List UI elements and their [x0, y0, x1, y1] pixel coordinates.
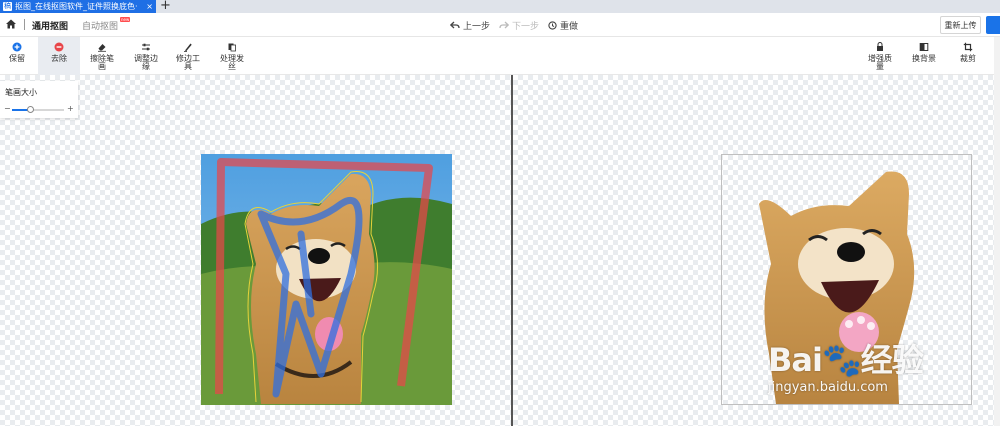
primary-action-button[interactable]: [986, 16, 1000, 34]
redo-icon: [499, 21, 509, 29]
brush-size-panel: 笔画大小 − +: [0, 81, 78, 118]
change-background-button[interactable]: 换背景: [908, 37, 940, 75]
background-icon: [919, 43, 929, 51]
app-header: 通用抠图 自动抠图 new 上一步 下一步 重做 重新上传: [0, 13, 1000, 37]
history-icon: [548, 21, 557, 30]
redo-label: 下一步: [512, 22, 540, 32]
brush-size-slider[interactable]: [12, 109, 64, 111]
keep-label: 保留: [9, 54, 25, 63]
brush-size-title: 笔画大小: [5, 88, 37, 97]
remove-label: 去除: [51, 54, 67, 63]
undo-icon: [450, 21, 460, 29]
crop-button[interactable]: 裁剪: [954, 37, 982, 75]
enhance-quality-label: 增强质量: [868, 54, 892, 71]
new-tab-button[interactable]: +: [160, 0, 171, 13]
change-background-label: 换背景: [912, 54, 936, 63]
tab-close-icon[interactable]: ×: [146, 2, 153, 11]
adjust-edge-label: 调整边缘: [134, 54, 158, 71]
browser-tab[interactable]: 稿 抠图_在线抠图软件_证件照换底色· ×: [0, 0, 156, 13]
watermark-url: jingyan.baidu.com: [768, 380, 888, 395]
new-badge: new: [120, 17, 131, 22]
original-photo[interactable]: [201, 154, 452, 405]
hair-icon: [228, 43, 236, 52]
tab-auto-cutout[interactable]: 自动抠图: [82, 19, 118, 32]
toolbar: 保留 去除 擦除笔画 调整边缘 修边工具 处理发丝 增强质量 换背景 裁剪: [0, 37, 1000, 75]
hair-process-button[interactable]: 处理发丝: [218, 37, 246, 75]
browser-tab-strip: 稿 抠图_在线抠图软件_证件照换底色· × +: [0, 0, 1000, 13]
brush-increase-button[interactable]: +: [67, 104, 74, 113]
minus-circle-icon: [54, 42, 64, 52]
reupload-button[interactable]: 重新上传: [940, 16, 981, 34]
crop-label: 裁剪: [960, 54, 976, 63]
remove-button[interactable]: 去除: [38, 37, 80, 75]
favicon: 稿: [3, 2, 12, 11]
brush-decrease-button[interactable]: −: [4, 104, 11, 113]
redo-button[interactable]: 下一步: [499, 19, 539, 32]
edge-tool-button[interactable]: 修边工具: [174, 37, 202, 75]
enhance-icon: [877, 42, 883, 51]
erase-strokes-button[interactable]: 擦除笔画: [88, 37, 116, 75]
tab-general-cutout[interactable]: 通用抠图: [32, 19, 68, 32]
keep-button[interactable]: 保留: [2, 37, 32, 75]
edge-tool-label: 修边工具: [176, 54, 200, 71]
crop-icon: [963, 42, 973, 52]
sliders-icon: [142, 43, 150, 51]
tab-title: 抠图_在线抠图软件_证件照换底色·: [15, 2, 138, 11]
home-icon[interactable]: [5, 18, 17, 30]
adjust-edge-button[interactable]: 调整边缘: [132, 37, 160, 75]
eraser-icon: [98, 44, 106, 52]
enhance-quality-button[interactable]: 增强质量: [866, 37, 894, 75]
erase-strokes-label: 擦除笔画: [90, 54, 114, 71]
reset-button[interactable]: 重做: [548, 19, 578, 32]
undo-button[interactable]: 上一步: [450, 19, 490, 32]
hair-process-label: 处理发丝: [220, 54, 244, 71]
brush-size-handle[interactable]: [26, 106, 34, 113]
vertical-scrollbar[interactable]: [994, 37, 1000, 426]
brush-edge-icon: [184, 43, 192, 52]
header-separator: [24, 19, 25, 30]
plus-circle-icon: [12, 42, 22, 52]
reset-label: 重做: [560, 22, 579, 32]
undo-label: 上一步: [463, 22, 491, 32]
watermark-logo: Bai🐾经验: [768, 341, 924, 379]
